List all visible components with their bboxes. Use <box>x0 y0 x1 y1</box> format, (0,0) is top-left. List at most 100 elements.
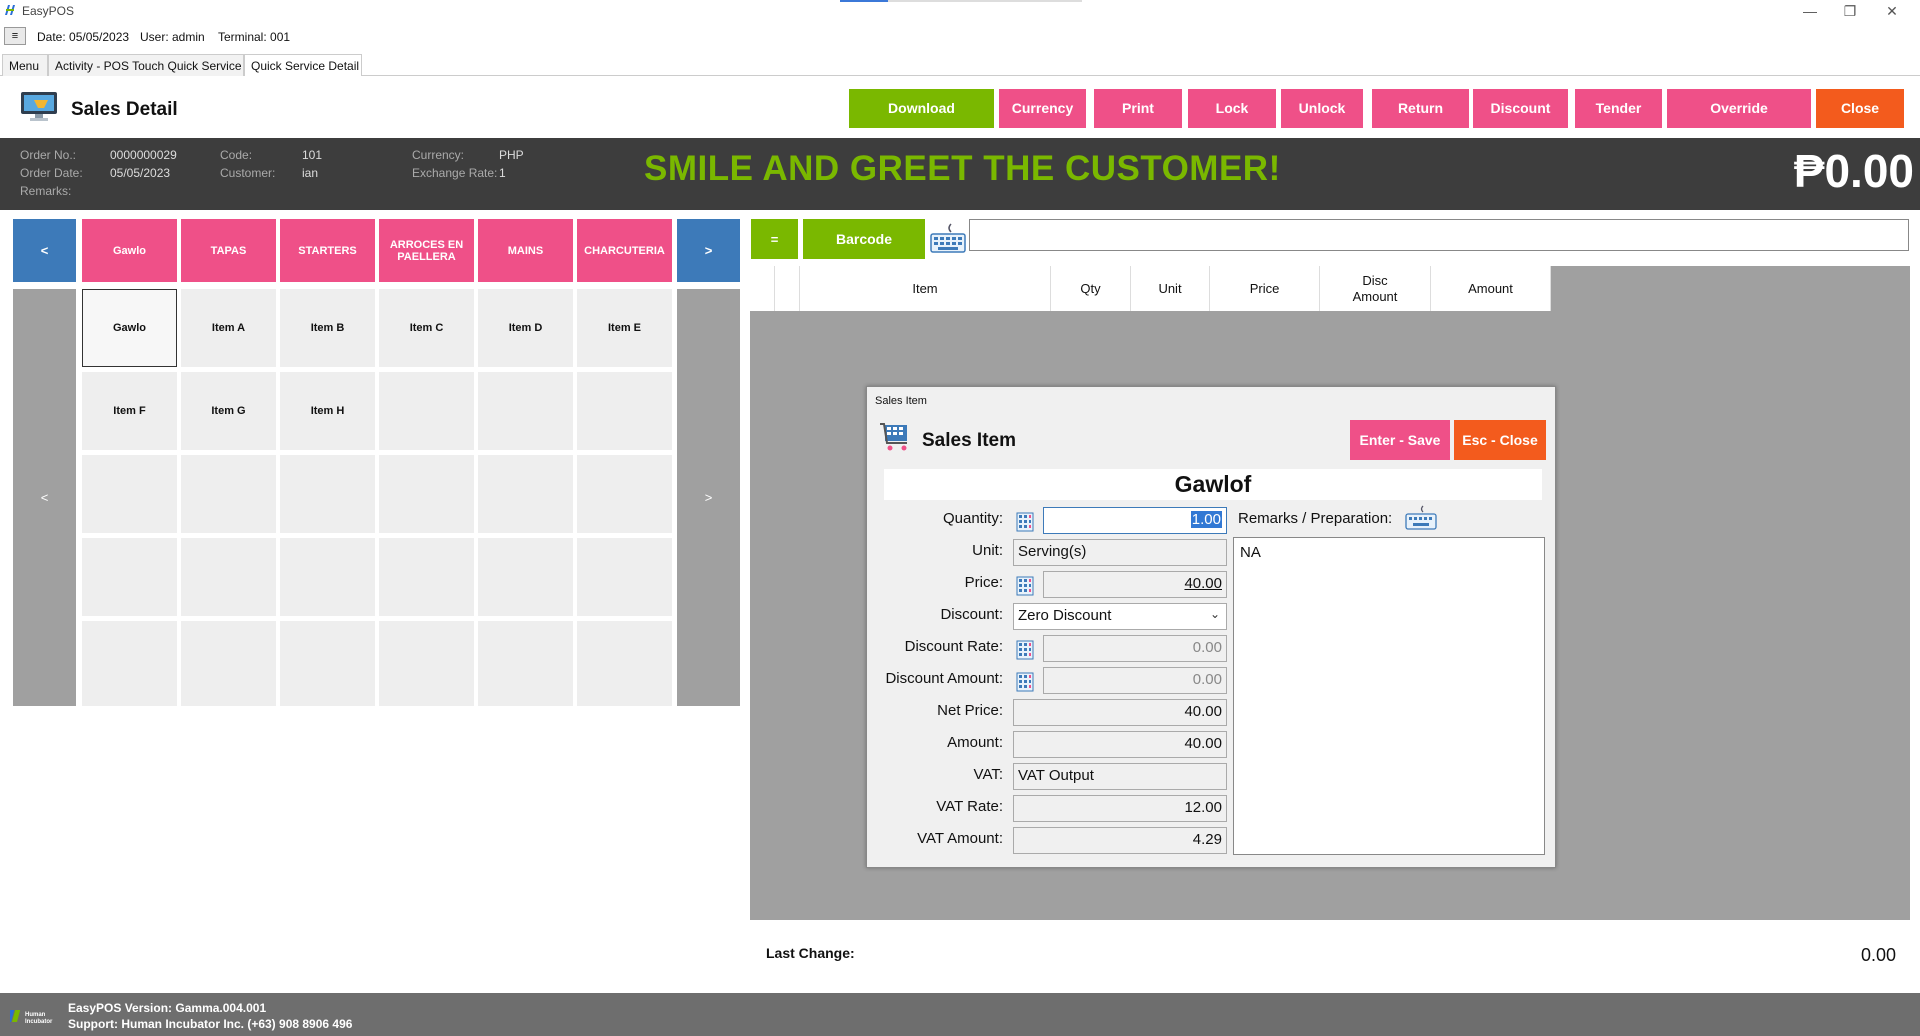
restore-button[interactable]: ❐ <box>1830 1 1870 21</box>
keyboard-icon[interactable] <box>1405 505 1437 531</box>
item-tile-empty[interactable] <box>379 372 474 450</box>
grid-col-price[interactable]: Price <box>1210 266 1320 311</box>
item-tile-empty[interactable] <box>379 538 474 616</box>
item-tile-empty[interactable] <box>478 538 573 616</box>
category-starters[interactable]: STARTERS <box>280 219 375 282</box>
shopping-cart-icon <box>880 423 907 451</box>
quantity-input[interactable]: 1.00 <box>1043 507 1227 534</box>
keyboard-icon[interactable] <box>929 222 967 254</box>
item-tile-empty[interactable] <box>280 538 375 616</box>
minimize-button[interactable]: — <box>1790 1 1830 21</box>
grid-col-qty[interactable]: Qty <box>1051 266 1131 311</box>
discount-value: Zero Discount <box>1018 607 1112 624</box>
page-header: Sales Detail Download Currency Print Loc… <box>0 76 1920 138</box>
override-button[interactable]: Override <box>1667 89 1811 128</box>
discount-select[interactable]: Zero Discount ⌄ <box>1013 603 1227 630</box>
item-tile-empty[interactable] <box>82 538 177 616</box>
tab-activity-pos[interactable]: Activity - POS Touch Quick Service <box>48 54 244 76</box>
exchange-rate-label: Exchange Rate: <box>412 166 498 180</box>
category-next-button[interactable]: > <box>677 219 740 282</box>
item-tile-empty[interactable] <box>181 538 276 616</box>
category-gawlo[interactable]: Gawlo <box>82 219 177 282</box>
category-prev-button[interactable]: < <box>13 219 76 282</box>
tab-quick-service-detail[interactable]: Quick Service Detail <box>244 54 362 77</box>
category-tapas[interactable]: TAPAS <box>181 219 276 282</box>
dialog-window-title: Sales Item <box>875 395 927 407</box>
grid-col-amount[interactable]: Amount <box>1431 266 1551 311</box>
price-field[interactable]: 40.00 <box>1043 571 1227 598</box>
item-tile-empty[interactable] <box>577 621 672 706</box>
item-tile-empty[interactable] <box>82 621 177 706</box>
item-tile-empty[interactable] <box>379 455 474 533</box>
order-total: ₱0.00 <box>1793 145 1914 197</box>
barcode-button[interactable]: Barcode <box>803 219 925 259</box>
grid-col-blank <box>750 266 775 311</box>
items-prev-button[interactable]: < <box>13 289 76 706</box>
grid-col-unit[interactable]: Unit <box>1131 266 1210 311</box>
code-label: Code: <box>220 148 253 162</box>
calculator-icon[interactable] <box>1016 576 1034 596</box>
page-title: Sales Detail <box>71 99 178 120</box>
currency-label: Currency: <box>412 148 465 162</box>
barcode-input[interactable] <box>969 219 1909 251</box>
close-button[interactable]: Close <box>1816 89 1904 128</box>
category-arroces-en-paellera[interactable]: ARROCES EN PAELLERA <box>379 219 474 282</box>
item-tile-empty[interactable] <box>577 372 672 450</box>
item-tile-empty[interactable] <box>577 538 672 616</box>
currency-value: PHP <box>499 148 524 162</box>
item-tile-empty[interactable] <box>181 621 276 706</box>
item-tile[interactable]: Item G <box>181 372 276 450</box>
menu-toggle-button[interactable]: ≡ <box>4 27 26 45</box>
item-tile-empty[interactable] <box>82 455 177 533</box>
window-title: EasyPOS <box>22 4 75 18</box>
item-tile[interactable]: Item B <box>280 289 375 367</box>
vat-amount-field: 4.29 <box>1013 827 1227 854</box>
order-date-label: Order Date: <box>20 166 83 180</box>
discount-button[interactable]: Discount <box>1473 89 1568 128</box>
currency-button[interactable]: Currency <box>999 89 1086 128</box>
vat-field[interactable]: VAT Output <box>1013 763 1227 790</box>
app-logo-icon <box>5 5 15 15</box>
item-tile[interactable]: Item A <box>181 289 276 367</box>
item-tile[interactable]: Gawlo <box>82 289 177 367</box>
last-change-label: Last Change: <box>766 945 855 961</box>
tender-button[interactable]: Tender <box>1575 89 1662 128</box>
grid-col-disc-amount[interactable]: Disc Amount <box>1320 266 1431 311</box>
tab-menu[interactable]: Menu <box>2 54 48 76</box>
item-tile[interactable]: Item C <box>379 289 474 367</box>
item-tile[interactable]: Item D <box>478 289 573 367</box>
item-tile-empty[interactable] <box>478 455 573 533</box>
return-button[interactable]: Return <box>1372 89 1469 128</box>
greeting-message: SMILE AND GREET THE CUSTOMER! <box>644 149 1281 188</box>
item-tile[interactable]: Item E <box>577 289 672 367</box>
item-tile[interactable]: Item H <box>280 372 375 450</box>
item-tile-empty[interactable] <box>478 372 573 450</box>
item-tile-empty[interactable] <box>379 621 474 706</box>
item-tile-empty[interactable] <box>478 621 573 706</box>
item-tile-empty[interactable] <box>280 621 375 706</box>
close-window-button[interactable]: ✕ <box>1872 1 1912 21</box>
item-tile-empty[interactable] <box>280 455 375 533</box>
unlock-button[interactable]: Unlock <box>1281 89 1363 128</box>
unit-field[interactable]: Serving(s) <box>1013 539 1227 566</box>
lock-button[interactable]: Lock <box>1188 89 1276 128</box>
grid-col-item[interactable]: Item <box>800 266 1051 311</box>
download-button[interactable]: Download <box>849 89 994 128</box>
dialog-close-button[interactable]: Esc - Close <box>1454 420 1546 460</box>
items-next-button[interactable]: > <box>677 289 740 706</box>
calculator-icon[interactable] <box>1016 640 1034 660</box>
category-charcuteria[interactable]: CHARCUTERIA <box>577 219 672 282</box>
customer-value: ian <box>302 166 319 180</box>
calculator-icon[interactable] <box>1016 512 1034 532</box>
save-button[interactable]: Enter - Save <box>1350 420 1450 460</box>
version-text: EasyPOS Version: Gamma.004.001 <box>68 1001 267 1015</box>
vat-rate-field: 12.00 <box>1013 795 1227 822</box>
item-tile[interactable]: Item F <box>82 372 177 450</box>
calculator-icon[interactable] <box>1016 672 1034 692</box>
print-button[interactable]: Print <box>1094 89 1182 128</box>
item-tile-empty[interactable] <box>181 455 276 533</box>
item-tile-empty[interactable] <box>577 455 672 533</box>
category-mains[interactable]: MAINS <box>478 219 573 282</box>
equals-button[interactable]: = <box>751 219 798 259</box>
remarks-textarea[interactable]: NA <box>1233 537 1545 855</box>
